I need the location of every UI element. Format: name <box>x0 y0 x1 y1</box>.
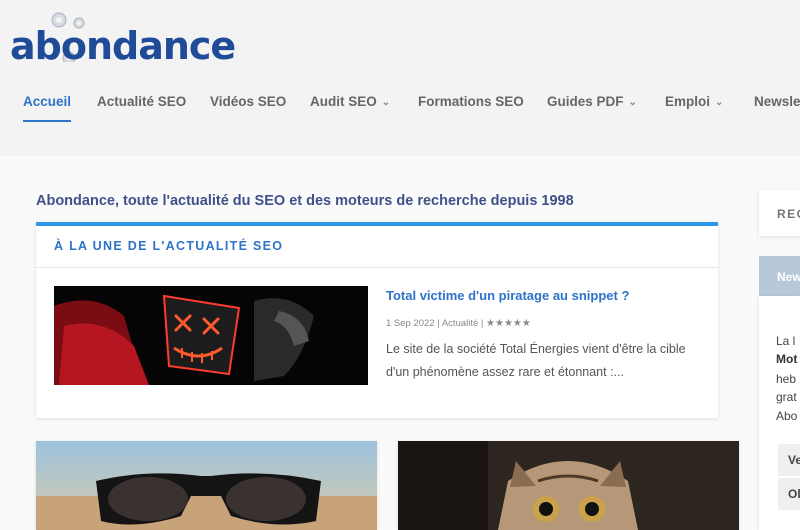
sidebar-newsletter-body: La l Mot heb grat Abo Ve Ol <box>759 296 800 530</box>
sidebar-text-line: grat <box>776 390 797 404</box>
cat-image <box>398 441 739 530</box>
chevron-down-icon: ⌄ <box>381 97 391 108</box>
chevron-down-icon: ⌄ <box>628 97 637 108</box>
meta-separator: | <box>437 318 440 329</box>
nav-item-emploi[interactable]: Emploi ⌄ <box>665 94 723 109</box>
article-category-link[interactable]: Actualité <box>442 318 478 329</box>
star-icon: ★★★★★ <box>486 318 531 329</box>
nav-item-label: Actualité SEO <box>97 94 187 109</box>
nav-item-accueil[interactable]: Accueil <box>23 94 71 109</box>
nav-item-label: Vidéos SEO <box>210 94 287 109</box>
nav-item-label: Formations SEO <box>418 94 524 109</box>
article-date: 1 Sep 2022 <box>386 318 435 329</box>
nav-item-label: Emploi <box>665 94 711 109</box>
sidebar-box-label: REC <box>777 207 800 221</box>
sidebar-button-label: Ve <box>788 453 800 467</box>
sidebar-text-line: Mot <box>776 352 798 366</box>
sidebar-text-line: heb <box>776 372 797 386</box>
hacker-mask-image <box>54 286 368 385</box>
nav-item-label: Guides PDF <box>547 94 624 109</box>
article-thumbnail[interactable] <box>54 286 368 385</box>
site-tagline: Abondance, toute l'actualité du SEO et d… <box>36 193 574 209</box>
sidebar-text-line: La l <box>776 334 796 348</box>
nav-item-label: Accueil <box>23 94 72 109</box>
section-title: À LA UNE DE L'ACTUALITÉ SEO <box>54 239 284 253</box>
nav-item-newsletter[interactable]: Newsle <box>754 94 800 109</box>
sidebar-button-label: Ol <box>788 487 800 501</box>
sidebar-newsletter-header: New <box>759 256 800 296</box>
sidebar-text-line: Abo <box>776 409 798 423</box>
nav-item-label: Audit SEO <box>310 94 377 109</box>
nav-item-videos-seo[interactable]: Vidéos SEO <box>210 94 286 109</box>
article-title-link[interactable]: Total victime d'un piratage au snippet ? <box>386 288 629 303</box>
chevron-down-icon: ⌄ <box>715 97 724 108</box>
sidebar-button[interactable]: Ol <box>778 478 800 510</box>
sunglasses-image <box>36 441 377 530</box>
site-logo[interactable]: abondance <box>10 10 250 70</box>
article-tile-cat[interactable] <box>398 441 739 530</box>
sidebar-recent-box[interactable]: REC <box>759 190 800 236</box>
featured-news-card: À LA UNE DE L'ACTUALITÉ SEO Total victim… <box>36 222 718 418</box>
article-tile-sunglasses[interactable] <box>36 441 377 530</box>
card-accent-bar <box>36 222 718 226</box>
sidebar-box-label: New <box>777 270 800 284</box>
article-meta: 1 Sep 2022 | Actualité | ★★★★★ <box>386 318 531 329</box>
nav-item-guides-pdf[interactable]: Guides PDF ⌄ <box>547 94 637 109</box>
divider <box>36 267 718 268</box>
article-excerpt: Le site de la société Total Énergies vie… <box>386 342 686 379</box>
nav-item-label: Newsle <box>754 94 800 109</box>
logo-text: abondance <box>10 24 236 68</box>
meta-separator: | <box>480 318 484 329</box>
nav-item-formations-seo[interactable]: Formations SEO <box>418 94 524 109</box>
nav-item-actualite-seo[interactable]: Actualité SEO <box>97 94 186 109</box>
nav-item-audit-seo[interactable]: Audit SEO ⌄ <box>310 94 390 109</box>
main-nav: Accueil Actualité SEO Vidéos SEO Audit S… <box>0 84 800 124</box>
sidebar-button[interactable]: Ve <box>778 444 800 476</box>
nav-active-underline <box>23 120 71 122</box>
site-header: abondance Accueil Actualité SEO Vidéos S… <box>0 0 800 156</box>
